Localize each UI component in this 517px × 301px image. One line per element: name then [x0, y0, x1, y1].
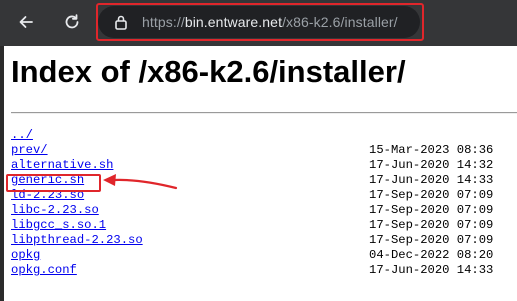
- file-date: 17-Sep-2020 07:09: [369, 218, 494, 232]
- url-text[interactable]: https://bin.entware.net/x86-k2.6/install…: [142, 14, 398, 30]
- list-item: opkg 04-Dec-2022 08:20: [11, 248, 517, 263]
- file-link-parent[interactable]: ../: [11, 128, 33, 142]
- file-link-ld-so[interactable]: ld-2.23.so: [11, 188, 84, 202]
- url-path: /x86-k2.6/installer/: [282, 14, 398, 30]
- file-date: 04-Dec-2022 08:20: [369, 248, 494, 262]
- file-link-prev[interactable]: prev/: [11, 143, 48, 157]
- reload-icon[interactable]: [60, 10, 84, 34]
- file-date: 17-Jun-2020 14:33: [369, 263, 494, 277]
- address-bar[interactable]: https://bin.entware.net/x86-k2.6/install…: [98, 6, 420, 38]
- divider: [11, 112, 517, 114]
- file-listing: ../ prev/ 15-Mar-2023 08:36 alternative.…: [11, 128, 517, 278]
- file-link-opkg[interactable]: opkg: [11, 248, 40, 262]
- arrow-left-icon[interactable]: [14, 10, 38, 34]
- url-host: bin.entware.net: [184, 14, 283, 30]
- file-date: 17-Sep-2020 07:09: [369, 203, 494, 217]
- file-link-generic-sh[interactable]: generic.sh: [11, 173, 84, 187]
- list-item: opkg.conf 17-Jun-2020 14:33: [11, 263, 517, 278]
- list-item: prev/ 15-Mar-2023 08:36: [11, 143, 517, 158]
- page-content: Index of /x86-k2.6/installer/ ../ prev/ …: [4, 46, 517, 301]
- file-link-libpthread-so[interactable]: libpthread-2.23.so: [11, 233, 143, 247]
- page-title: Index of /x86-k2.6/installer/: [11, 54, 406, 89]
- list-item: generic.sh 17-Jun-2020 14:33: [11, 173, 517, 188]
- file-link-alternative-sh[interactable]: alternative.sh: [11, 158, 113, 172]
- browser-toolbar: https://bin.entware.net/x86-k2.6/install…: [0, 0, 517, 46]
- file-date: 17-Sep-2020 07:09: [369, 188, 494, 202]
- lock-icon[interactable]: [112, 13, 130, 31]
- file-link-opkg-conf[interactable]: opkg.conf: [11, 263, 77, 277]
- list-item: alternative.sh 17-Jun-2020 14:32: [11, 158, 517, 173]
- list-item: libgcc_s.so.1 17-Sep-2020 07:09: [11, 218, 517, 233]
- file-link-libc-so[interactable]: libc-2.23.so: [11, 203, 99, 217]
- list-item: ld-2.23.so 17-Sep-2020 07:09: [11, 188, 517, 203]
- list-item: libpthread-2.23.so 17-Sep-2020 07:09: [11, 233, 517, 248]
- file-date: 17-Jun-2020 14:32: [369, 158, 494, 172]
- url-scheme: https://: [142, 14, 185, 30]
- file-link-libgcc-so[interactable]: libgcc_s.so.1: [11, 218, 106, 232]
- list-item: libc-2.23.so 17-Sep-2020 07:09: [11, 203, 517, 218]
- file-date: 17-Sep-2020 07:09: [369, 233, 494, 247]
- file-date: 15-Mar-2023 08:36: [369, 143, 494, 157]
- file-date: 17-Jun-2020 14:33: [369, 173, 494, 187]
- list-item: ../: [11, 128, 517, 143]
